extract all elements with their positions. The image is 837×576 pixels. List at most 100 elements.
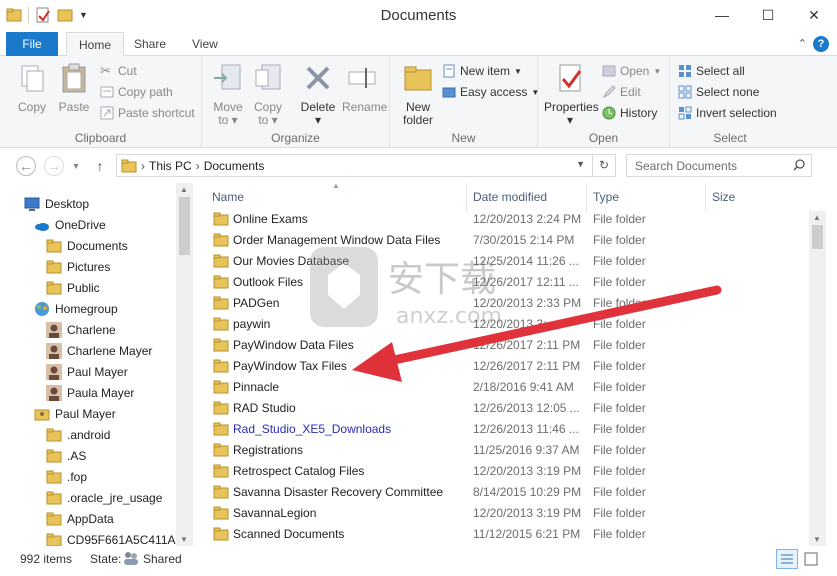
history-icon [602, 106, 616, 120]
nav-item-homegroup[interactable]: Homegroup [34, 298, 118, 319]
nav-item-android[interactable]: .android [46, 424, 110, 445]
copy-button[interactable]: Copy [12, 62, 52, 114]
rename-button[interactable]: Rename [342, 62, 387, 114]
forward-button[interactable]: → [44, 156, 64, 176]
details-view-button[interactable] [776, 549, 798, 569]
nav-item-documents[interactable]: Documents [46, 235, 128, 256]
search-input[interactable]: Search Documents [626, 154, 812, 177]
nav-item-paul-mayer[interactable]: Paul Mayer [46, 361, 128, 382]
file-name: Retrospect Catalog Files [233, 464, 365, 478]
properties-icon [559, 64, 582, 92]
delete-button[interactable]: Delete ▾ [298, 62, 338, 127]
file-row[interactable]: Scanned Documents 11/12/2015 6:21 PM File … [209, 524, 809, 545]
nav-item-cd95f661a5c411afi[interactable]: CD95F661A5C411AFI [46, 529, 186, 546]
cut-button[interactable]: ✂ Cut [100, 62, 137, 80]
nav-item-charlene[interactable]: Charlene [46, 319, 116, 340]
file-row[interactable]: Registrations 11/25/2016 9:37 AM File fold… [209, 440, 809, 461]
file-row[interactable]: Savanna Disaster Recovery Committee 8/14/… [209, 482, 809, 503]
folder-icon [213, 317, 229, 331]
file-date-modified: 11/25/2016 9:37 AM [473, 443, 580, 457]
scroll-down-icon[interactable]: ▼ [813, 535, 821, 544]
file-type: File folder [593, 359, 646, 373]
file-row[interactable]: RAD Studio 12/26/2013 12:05 ... File folde… [209, 398, 809, 419]
scroll-down-icon[interactable]: ▼ [180, 535, 188, 544]
file-type: File folder [593, 422, 646, 436]
nav-item-charlene-mayer[interactable]: Charlene Mayer [46, 340, 152, 361]
address-box[interactable]: › This PC › Documents ▼ ↻ [116, 154, 616, 177]
file-row[interactable]: Pinnacle 2/18/2016 9:41 AM File folder [209, 377, 809, 398]
file-list-scroll-thumb[interactable] [812, 225, 823, 249]
nav-item-oracle-jre-usage[interactable]: .oracle_jre_usage [46, 487, 162, 508]
nav-item-paula-mayer[interactable]: Paula Mayer [46, 382, 134, 403]
maximize-button[interactable]: ☐ [745, 0, 791, 30]
nav-item-onedrive[interactable]: OneDrive [34, 214, 106, 235]
invert-selection-button[interactable]: Invert selection [678, 104, 777, 122]
open-button[interactable]: Open ▼ [602, 62, 661, 80]
column-header-date-modified[interactable]: Date modified [473, 185, 547, 209]
tab-view[interactable]: View [180, 32, 230, 56]
clipboard-group: Copy Paste ✂ Cut Copy path Paste shortcu… [0, 56, 202, 148]
ribbon-collapse-icon[interactable]: ⌃ [798, 37, 807, 50]
folder-icon [213, 254, 229, 268]
copy-to-button[interactable]: Copy to ▾ [248, 62, 288, 127]
file-row[interactable]: Rad_Studio_XE5_Downloads 12/26/2013 11:46… [209, 419, 809, 440]
scroll-up-icon[interactable]: ▲ [813, 213, 821, 222]
file-list-scrollbar[interactable]: ▲ ▼ [809, 211, 826, 546]
tab-file[interactable]: File [6, 32, 58, 56]
breadcrumb-documents[interactable]: Documents [204, 159, 265, 173]
tab-share[interactable]: Share [122, 32, 178, 56]
large-icons-view-icon [804, 552, 818, 566]
nav-item-public[interactable]: Public [46, 277, 100, 298]
nav-item-as[interactable]: .AS [46, 445, 86, 466]
file-name: PADGen [233, 296, 280, 310]
clipboard-group-label: Clipboard [74, 131, 127, 145]
scroll-up-icon[interactable]: ▲ [180, 185, 188, 194]
shared-icon [124, 552, 138, 565]
file-row[interactable]: Online Exams 12/20/2013 2:24 PM File folde… [209, 209, 809, 230]
nav-item-appdata[interactable]: AppData [46, 508, 114, 529]
file-name: PayWindow Data Files [233, 338, 354, 352]
easy-access-button[interactable]: Easy access ▼ [442, 83, 539, 101]
large-icons-view-button[interactable] [800, 549, 822, 569]
edit-button[interactable]: Edit [602, 83, 641, 101]
help-icon[interactable]: ? [813, 36, 829, 52]
tab-home[interactable]: Home [66, 32, 125, 57]
invert-selection-icon [678, 106, 692, 120]
column-header-name[interactable]: Name [212, 185, 244, 209]
paste-shortcut-button[interactable]: Paste shortcut [100, 104, 195, 122]
new-item-button[interactable]: New item ▼ [442, 62, 522, 80]
file-name: Rad_Studio_XE5_Downloads [233, 422, 392, 436]
select-none-button[interactable]: Select none [678, 83, 759, 101]
column-header-type[interactable]: Type [593, 185, 619, 209]
minimize-button[interactable]: — [699, 0, 745, 30]
breadcrumb-this-pc[interactable]: This PC [149, 159, 192, 173]
select-all-button[interactable]: Select all [678, 62, 745, 80]
properties-button[interactable]: Properties ▾ [544, 62, 599, 127]
file-row[interactable]: PayWindow Data Files 12/26/2017 2:11 PM Fi… [209, 335, 809, 356]
copy-path-button[interactable]: Copy path [100, 83, 173, 101]
file-row[interactable]: SavannaLegion 12/20/2013 3:19 PM File fold… [209, 503, 809, 524]
refresh-icon[interactable]: ↻ [592, 155, 615, 176]
nav-pane-scrollbar[interactable]: ▲ ▼ [176, 183, 193, 546]
item-count: 992 items [20, 552, 73, 566]
address-dropdown-icon[interactable]: ▼ [576, 159, 585, 169]
folder-icon [46, 511, 62, 527]
back-button[interactable]: ← [16, 156, 36, 176]
column-header-size[interactable]: Size [712, 185, 735, 209]
nav-item-fop[interactable]: .fop [46, 466, 87, 487]
paste-button[interactable]: Paste [54, 62, 94, 114]
folder-icon [121, 159, 137, 172]
history-button[interactable]: History [602, 104, 657, 122]
nav-item-pictures[interactable]: Pictures [46, 256, 110, 277]
move-to-button[interactable]: Move to ▾ [208, 62, 248, 127]
recent-locations-button[interactable]: ▼ [66, 156, 86, 176]
close-button[interactable]: ✕ [791, 0, 837, 30]
nav-item-paul-mayer[interactable]: Paul Mayer [34, 403, 116, 424]
new-folder-button[interactable]: New folder [398, 62, 438, 127]
nav-item-desktop[interactable]: Desktop [24, 193, 89, 214]
up-button[interactable]: ↑ [90, 156, 110, 176]
nav-item-label: Pictures [67, 259, 111, 274]
file-row[interactable]: Retrospect Catalog Files 12/20/2013 3:19 … [209, 461, 809, 482]
nav-pane-scroll-thumb[interactable] [179, 197, 190, 255]
file-row[interactable]: PayWindow Tax Files 12/26/2017 2:11 PM Fil… [209, 356, 809, 377]
